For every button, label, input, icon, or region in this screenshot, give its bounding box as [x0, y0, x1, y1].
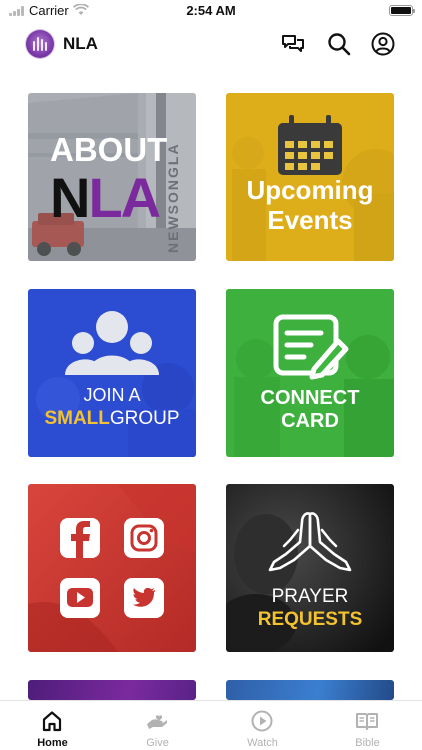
tab-watch[interactable]: Watch: [210, 701, 315, 750]
prayer-line1: PRAYER: [272, 586, 349, 607]
smallgroup-group: GROUP: [110, 408, 180, 429]
search-icon[interactable]: [326, 31, 352, 57]
about-line1: ABOUT: [50, 131, 167, 168]
about-line2-n: N: [50, 166, 88, 229]
profile-icon[interactable]: [370, 31, 396, 57]
next-tile-right[interactable]: [226, 680, 394, 700]
about-nla-tile[interactable]: NEWSONGLA ABOUT NLA: [28, 93, 196, 261]
tab-give-label: Give: [146, 737, 169, 749]
about-sign-text: NEWSONGLA: [165, 142, 181, 253]
next-tile-left[interactable]: [28, 680, 196, 700]
next-tile-right-image: [226, 680, 394, 700]
upcoming-events-tile[interactable]: Upcoming Events: [226, 93, 394, 261]
events-line1: Upcoming: [246, 175, 373, 205]
smallgroup-small: SMALL: [44, 408, 110, 429]
tab-home[interactable]: Home: [0, 701, 105, 750]
smallgroup-line1: JOIN A: [83, 385, 140, 405]
chat-icon[interactable]: [280, 31, 306, 57]
small-group-tile[interactable]: JOIN A SMALLGROUP: [28, 289, 196, 457]
app-header: NLA: [0, 22, 422, 66]
book-icon: [356, 713, 378, 730]
prayer-line2: REQUESTS: [258, 609, 363, 630]
smallgroup-line2: SMALLGROUP: [44, 408, 179, 429]
smallgroup-background-image: JOIN A SMALLGROUP: [28, 289, 196, 457]
facebook-icon: [60, 518, 100, 558]
tab-home-label: Home: [37, 737, 68, 749]
tab-give[interactable]: Give: [105, 701, 210, 750]
connect-background-image: CONNECT CARD: [226, 289, 394, 457]
social-media-tile[interactable]: [28, 484, 196, 652]
events-background-image: Upcoming Events: [226, 93, 394, 261]
youtube-icon: [60, 578, 100, 618]
next-tile-left-image: [28, 680, 196, 700]
church-logo[interactable]: [26, 30, 54, 58]
play-icon: [251, 710, 273, 732]
connect-line2: CARD: [281, 410, 339, 432]
events-line2: Events: [267, 205, 352, 235]
connect-card-tile[interactable]: CONNECT CARD: [226, 289, 394, 457]
about-line2-la: LA: [88, 166, 159, 229]
status-bar: Carrier 2:54 AM: [0, 0, 422, 22]
tab-bible-label: Bible: [355, 737, 380, 749]
prayer-requests-tile[interactable]: PRAYER REQUESTS: [226, 484, 394, 652]
twitter-icon: [124, 578, 164, 618]
app-title: NLA: [63, 34, 98, 53]
bottom-tab-bar: Home Give Watch Bible: [0, 700, 422, 750]
connect-line1: CONNECT: [261, 387, 360, 409]
social-background-image: [28, 484, 196, 652]
instagram-icon: [124, 518, 164, 558]
give-icon: [147, 715, 167, 729]
about-line2: NLA: [50, 166, 160, 229]
about-background-image: NEWSONGLA ABOUT NLA: [28, 93, 196, 261]
battery-icon: [389, 5, 415, 16]
tab-watch-label: Watch: [247, 737, 278, 749]
prayer-background-image: PRAYER REQUESTS: [226, 484, 394, 652]
home-icon: [42, 711, 62, 732]
tab-bible[interactable]: Bible: [315, 701, 420, 750]
calendar-icon: [278, 115, 342, 175]
status-time: 2:54 AM: [186, 3, 236, 18]
